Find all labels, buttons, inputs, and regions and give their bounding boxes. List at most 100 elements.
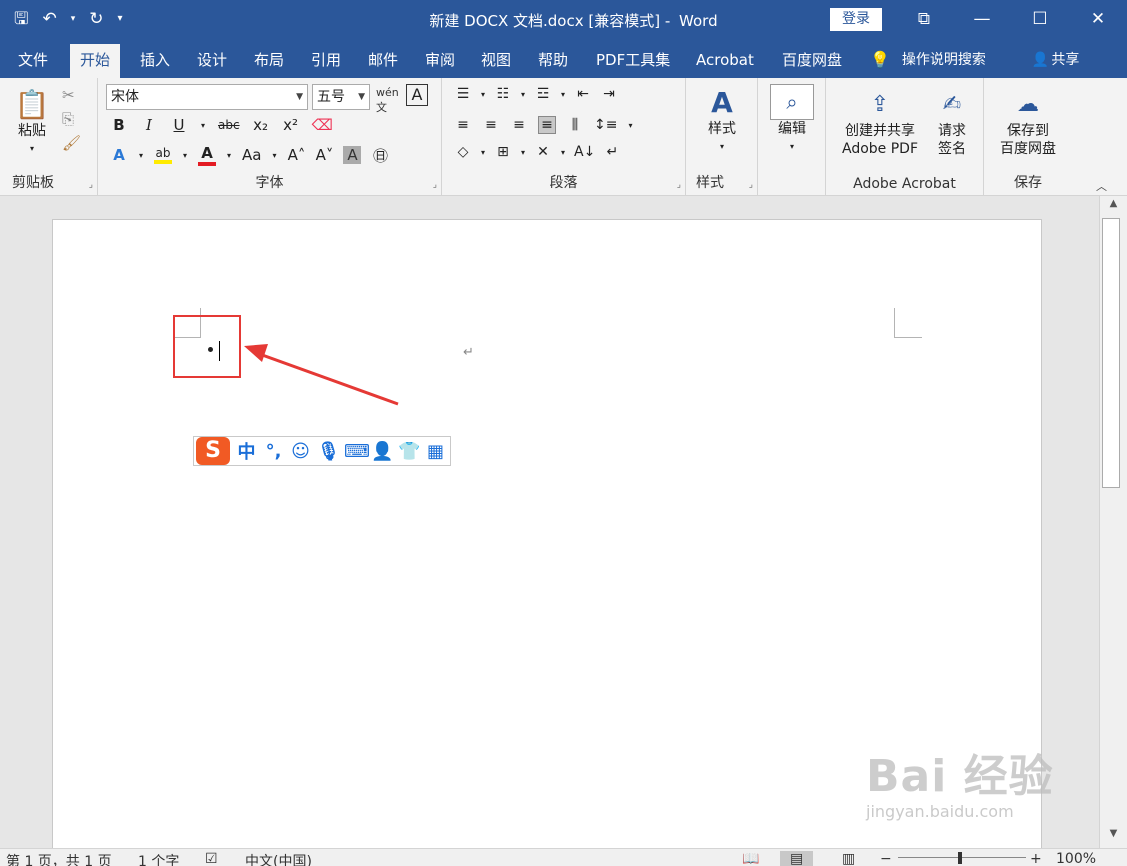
- minimize-icon[interactable]: —: [953, 0, 1011, 40]
- tab-view[interactable]: 视图: [471, 44, 521, 78]
- undo-icon[interactable]: ↶: [42, 8, 56, 30]
- read-mode-icon[interactable]: 📖: [742, 851, 759, 866]
- emoji-icon[interactable]: ☺: [290, 441, 311, 462]
- numbering-dropdown-icon[interactable]: ▾: [520, 90, 526, 99]
- tab-design[interactable]: 设计: [187, 44, 237, 78]
- font-color-icon[interactable]: A: [198, 144, 216, 166]
- share-button[interactable]: 共享: [1051, 44, 1079, 78]
- borders-dropdown-icon[interactable]: ▾: [520, 148, 526, 157]
- grow-font-icon[interactable]: A˄: [287, 146, 306, 164]
- styles-launcher-icon[interactable]: ⌟: [749, 180, 753, 190]
- print-layout-icon[interactable]: ▤: [780, 851, 814, 866]
- character-shading-icon[interactable]: A: [343, 146, 362, 164]
- scroll-thumb[interactable]: [1102, 218, 1120, 488]
- effects-dropdown-icon[interactable]: ▾: [138, 151, 144, 160]
- change-case-icon[interactable]: Aa: [242, 146, 261, 164]
- editing-button[interactable]: ⌕ 编辑 ▾: [770, 84, 814, 156]
- styles-dropdown-icon[interactable]: ▾: [698, 138, 746, 156]
- redo-icon[interactable]: ↻: [89, 8, 103, 30]
- paragraph-launcher-icon[interactable]: ⌟: [677, 180, 681, 190]
- word-count[interactable]: 1 个字: [138, 851, 179, 866]
- tab-mailings[interactable]: 邮件: [358, 44, 408, 78]
- font-launcher-icon[interactable]: ⌟: [433, 180, 437, 190]
- punctuation-toggle[interactable]: °,: [263, 441, 284, 462]
- scroll-down-icon[interactable]: ▼: [1100, 828, 1127, 846]
- chinese-layout-dropdown-icon[interactable]: ▾: [560, 148, 566, 157]
- superscript-icon[interactable]: x²: [282, 116, 300, 134]
- align-center-icon[interactable]: ≡: [482, 117, 500, 133]
- decrease-indent-icon[interactable]: ⇤: [574, 86, 592, 102]
- sogou-logo-icon[interactable]: S: [196, 437, 230, 465]
- chinese-layout-icon[interactable]: ✕: [534, 144, 552, 160]
- copy-icon[interactable]: ⎘: [62, 110, 81, 128]
- keyboard-icon[interactable]: ⌨: [344, 441, 370, 462]
- tab-help[interactable]: 帮助: [528, 44, 578, 78]
- microphone-icon[interactable]: 🎙: [317, 441, 340, 462]
- tab-baidu-netdisk[interactable]: 百度网盘: [772, 44, 852, 78]
- font-size-combo[interactable]: 五号 ▼: [312, 84, 370, 110]
- ribbon-display-icon[interactable]: ⧉: [895, 0, 953, 40]
- language-indicator[interactable]: 中文(中国): [245, 851, 312, 866]
- multilevel-list-icon[interactable]: ☲: [534, 86, 552, 102]
- request-signature-button[interactable]: ✍ 请求 签名: [928, 88, 976, 158]
- customize-icon[interactable]: ▾: [118, 8, 123, 30]
- shading-icon[interactable]: ◇: [454, 144, 472, 160]
- phonetic-guide-icon[interactable]: wén 文: [376, 86, 399, 115]
- zoom-slider-thumb[interactable]: [958, 852, 962, 864]
- page-count[interactable]: 第 1 页，共 1 页: [6, 851, 112, 866]
- increase-indent-icon[interactable]: ⇥: [600, 86, 618, 102]
- tab-references[interactable]: 引用: [301, 44, 351, 78]
- justify-icon[interactable]: ≡: [538, 116, 556, 134]
- styles-button[interactable]: A 样式 ▾: [698, 86, 746, 156]
- tell-me-search[interactable]: 操作说明搜索: [902, 44, 986, 78]
- scroll-up-icon[interactable]: ▲: [1100, 198, 1127, 216]
- underline-dropdown-icon[interactable]: ▾: [200, 121, 206, 130]
- highlight-icon[interactable]: ab: [154, 146, 172, 164]
- create-share-pdf-button[interactable]: ⇪ 创建并共享 Adobe PDF: [836, 88, 924, 158]
- person-icon[interactable]: 👤: [1032, 44, 1049, 78]
- shading-dropdown-icon[interactable]: ▾: [480, 148, 486, 157]
- bullets-icon[interactable]: ☰: [454, 86, 472, 102]
- show-marks-icon[interactable]: ↵: [603, 144, 621, 160]
- strikethrough-icon[interactable]: abc: [218, 118, 240, 132]
- save-to-netdisk-button[interactable]: ☁ 保存到 百度网盘: [994, 88, 1062, 158]
- highlight-dropdown-icon[interactable]: ▾: [182, 151, 188, 160]
- zoom-out-icon[interactable]: −: [880, 851, 892, 866]
- font-color-dropdown-icon[interactable]: ▾: [226, 151, 232, 160]
- lightbulb-icon[interactable]: 💡: [870, 44, 890, 78]
- zoom-in-icon[interactable]: +: [1030, 851, 1042, 866]
- bullets-dropdown-icon[interactable]: ▾: [480, 90, 486, 99]
- case-dropdown-icon[interactable]: ▾: [271, 151, 277, 160]
- borders-icon[interactable]: ⊞: [494, 144, 512, 160]
- tab-layout[interactable]: 布局: [244, 44, 294, 78]
- clear-formatting-icon[interactable]: ⌫: [312, 116, 333, 134]
- clipboard-launcher-icon[interactable]: ⌟: [89, 180, 93, 190]
- ime-mode-toggle[interactable]: 中: [236, 438, 257, 464]
- text-effects-icon[interactable]: A: [110, 146, 128, 164]
- cut-icon[interactable]: ✂: [62, 86, 81, 104]
- line-spacing-icon[interactable]: ↕≡: [594, 117, 617, 133]
- undo-dropdown-icon[interactable]: ▾: [71, 8, 76, 30]
- format-painter-icon[interactable]: 🖌: [62, 134, 81, 152]
- subscript-icon[interactable]: x₂: [252, 116, 270, 134]
- shrink-font-icon[interactable]: A˅: [315, 146, 334, 164]
- font-name-combo[interactable]: 宋体 ▼: [106, 84, 308, 110]
- italic-icon[interactable]: I: [140, 116, 158, 134]
- tab-acrobat[interactable]: Acrobat: [686, 44, 764, 78]
- enclose-characters-icon[interactable]: ㊐: [371, 145, 389, 166]
- toolbox-grid-icon[interactable]: ▦: [425, 441, 446, 462]
- tab-insert[interactable]: 插入: [130, 44, 180, 78]
- tab-file[interactable]: 文件: [8, 44, 58, 78]
- align-left-icon[interactable]: ≡: [454, 117, 472, 133]
- editing-dropdown-icon[interactable]: ▾: [770, 138, 814, 156]
- web-layout-icon[interactable]: ▥: [842, 851, 855, 866]
- paste-dropdown-icon[interactable]: ▾: [8, 140, 56, 158]
- underline-icon[interactable]: U: [170, 116, 188, 134]
- character-border-icon[interactable]: A: [406, 84, 428, 106]
- vertical-scrollbar[interactable]: ▲ ▼: [1099, 196, 1127, 848]
- line-spacing-dropdown-icon[interactable]: ▾: [627, 121, 633, 130]
- save-icon[interactable]: 🖫: [14, 8, 28, 30]
- distributed-icon[interactable]: ⫼: [566, 117, 584, 133]
- close-icon[interactable]: ✕: [1069, 0, 1127, 40]
- paste-button[interactable]: 📋 粘贴 ▾: [8, 88, 56, 158]
